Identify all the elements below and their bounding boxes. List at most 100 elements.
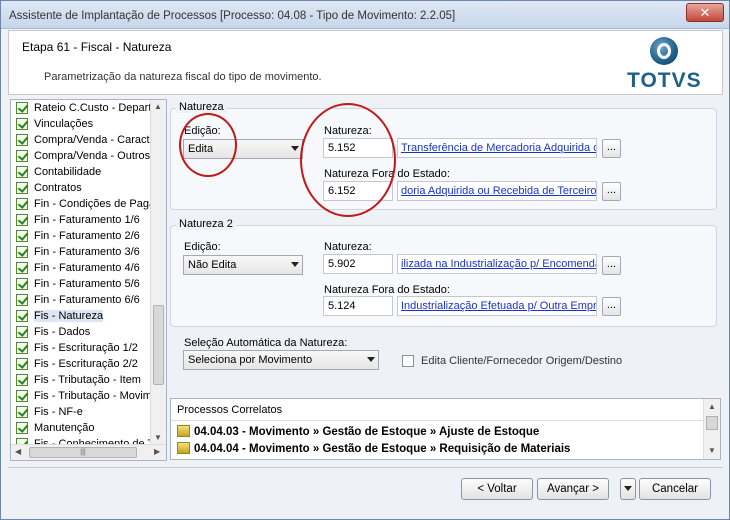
- processos-correlatos-panel: Processos Correlatos 04.04.03 - Moviment…: [170, 398, 721, 460]
- sidebar-step-item[interactable]: Fin - Faturamento 2/6: [11, 228, 151, 244]
- sidebar-step-item[interactable]: Fin - Faturamento 5/6: [11, 276, 151, 292]
- process-check-icon: [177, 442, 190, 454]
- step-complete-check-icon: [16, 406, 28, 418]
- more-options-button[interactable]: [620, 478, 636, 500]
- next-button[interactable]: Avançar >: [537, 478, 609, 500]
- natureza2-group-title: Natureza 2: [176, 218, 236, 230]
- edita-cliente-checkbox[interactable]: [402, 355, 414, 367]
- natureza-lookup-button[interactable]: ...: [602, 139, 621, 158]
- natureza-description-link[interactable]: Transferência de Mercadoria Adquirida ou: [397, 138, 597, 158]
- sidebar-step-item[interactable]: Fin - Faturamento 6/6: [11, 292, 151, 308]
- sidebar-step-label: Fin - Faturamento 3/6: [34, 246, 140, 258]
- step-complete-check-icon: [16, 134, 28, 146]
- edicao2-select-value: Não Edita: [188, 259, 237, 271]
- sidebar-step-label: Contabilidade: [34, 166, 102, 178]
- edicao-select[interactable]: Edita: [183, 139, 303, 159]
- natureza-fora-code-field[interactable]: 6.152: [323, 181, 393, 201]
- header-divider: [8, 94, 723, 95]
- sidebar-step-item[interactable]: Contratos: [11, 180, 151, 196]
- natureza2-fora-description-link[interactable]: Industrialização Efetuada p/ Outra Empre: [397, 296, 597, 316]
- processo-row-label: 04.04.04 - Movimento » Gestão de Estoque…: [194, 443, 571, 455]
- sidebar-step-item[interactable]: Fin - Faturamento 4/6: [11, 260, 151, 276]
- processo-row-label: 04.04.03 - Movimento » Gestão de Estoque…: [194, 426, 540, 438]
- sidebar-step-item[interactable]: Fis - Tributação - Item: [11, 372, 151, 388]
- sidebar-step-label: Fin - Faturamento 1/6: [34, 214, 140, 226]
- processo-row[interactable]: 04.04.04 - Movimento » Gestão de Estoque…: [177, 442, 570, 455]
- selecao-select[interactable]: Seleciona por Movimento: [183, 350, 379, 370]
- step-description: Parametrização da natureza fiscal do tip…: [44, 71, 322, 83]
- natureza2-description-link[interactable]: ilizada na Industrialização p/ Encomenda: [397, 254, 597, 274]
- natureza2-lookup-button[interactable]: ...: [602, 256, 621, 275]
- sidebar-step-label: Fis - Dados: [34, 326, 91, 338]
- step-complete-check-icon: [16, 198, 28, 210]
- sidebar-step-item[interactable]: Fis - NF-e: [11, 404, 151, 420]
- step-list-horizontal-scrollbar[interactable]: ◀ ||| ▶: [11, 444, 166, 460]
- scroll-right-icon[interactable]: ▶: [154, 447, 160, 456]
- processos-scrollbar[interactable]: ▲ ▼: [703, 399, 720, 459]
- step-content: Natureza Edição: Edita Natureza: 5.152 T…: [169, 99, 722, 461]
- step-complete-check-icon: [16, 118, 28, 130]
- natureza2-fora-lookup-button[interactable]: ...: [602, 297, 621, 316]
- logo-brand-text: TOTVS: [627, 69, 702, 92]
- sidebar-step-label: Fis - Natureza: [34, 310, 104, 322]
- back-button-label: < Voltar: [477, 483, 517, 495]
- natureza-fora-description-link[interactable]: doria Adquirida ou Recebida de Terceiros: [397, 181, 597, 201]
- sidebar-step-label: Fis - Escrituração 2/2: [34, 358, 138, 370]
- close-icon: ✕: [699, 5, 711, 20]
- step-list-vertical-scrollbar[interactable]: ▲ ▼: [150, 100, 166, 444]
- sidebar-step-item[interactable]: Fin - Condições de Paga: [11, 196, 151, 212]
- sidebar-step-item[interactable]: Compra/Venda - Outros: [11, 148, 151, 164]
- back-button[interactable]: < Voltar: [461, 478, 533, 500]
- edicao2-select[interactable]: Não Edita: [183, 255, 303, 275]
- natureza2-code-field[interactable]: 5.902: [323, 254, 393, 274]
- step-complete-check-icon: [16, 102, 28, 114]
- window-title: Assistente de Implantação de Processos […: [9, 10, 456, 22]
- step-complete-check-icon: [16, 214, 28, 226]
- sidebar-step-item[interactable]: Fis - Tributação - Movim: [11, 388, 151, 404]
- ellipsis-icon: ...: [606, 184, 617, 196]
- step-complete-check-icon: [16, 294, 28, 306]
- step-complete-check-icon: [16, 166, 28, 178]
- scroll-thumb-horizontal[interactable]: |||: [29, 447, 137, 458]
- cancel-button[interactable]: Cancelar: [639, 478, 711, 500]
- sidebar-step-item[interactable]: Contabilidade: [11, 164, 151, 180]
- step-list[interactable]: Rateio C.Custo - Depart Vinculações Compra…: [10, 99, 167, 461]
- sidebar-step-label: Fin - Faturamento 4/6: [34, 262, 140, 274]
- sidebar-step-item[interactable]: Manutenção: [11, 420, 151, 436]
- natureza2-fora-label: Natureza Fora do Estado:: [324, 284, 450, 296]
- edicao2-label: Edição:: [184, 241, 221, 253]
- sidebar-step-item[interactable]: Fin - Faturamento 3/6: [11, 244, 151, 260]
- natureza2-fora-code-field[interactable]: 5.124: [323, 296, 393, 316]
- close-button[interactable]: ✕: [686, 3, 724, 22]
- selecao-select-value: Seleciona por Movimento: [188, 354, 313, 366]
- logo-orb-icon: [650, 37, 678, 65]
- next-button-label: Avançar >: [547, 483, 599, 495]
- step-complete-check-icon: [16, 374, 28, 386]
- sidebar-step-item[interactable]: Compra/Venda - Caracte: [11, 132, 151, 148]
- scroll-thumb[interactable]: [153, 305, 164, 385]
- processos-correlatos-title: Processos Correlatos: [171, 399, 704, 421]
- natureza-fora-lookup-button[interactable]: ...: [602, 182, 621, 201]
- scroll-thumb[interactable]: [706, 416, 718, 430]
- sidebar-step-item[interactable]: Rateio C.Custo - Depart: [11, 100, 151, 116]
- sidebar-step-item[interactable]: Fis - Escrituração 2/2: [11, 356, 151, 372]
- cancel-button-label: Cancelar: [651, 483, 699, 495]
- scroll-up-icon[interactable]: ▲: [154, 102, 162, 111]
- processo-row[interactable]: 04.04.03 - Movimento » Gestão de Estoque…: [177, 425, 539, 438]
- sidebar-step-item[interactable]: Fis - Dados: [11, 324, 151, 340]
- step-complete-check-icon: [16, 278, 28, 290]
- scroll-down-icon[interactable]: ▼: [154, 433, 162, 442]
- scroll-up-icon[interactable]: ▲: [708, 402, 716, 411]
- natureza-code-field[interactable]: 5.152: [323, 138, 393, 158]
- sidebar-step-item[interactable]: Fis - Natureza: [11, 308, 151, 324]
- scroll-down-icon[interactable]: ▼: [708, 446, 716, 455]
- sidebar-step-item[interactable]: Fis - Escrituração 1/2: [11, 340, 151, 356]
- natureza2-label: Natureza:: [324, 241, 372, 253]
- chevron-down-icon: [624, 486, 632, 492]
- scroll-left-icon[interactable]: ◀: [15, 447, 21, 456]
- step-complete-check-icon: [16, 230, 28, 242]
- sidebar-step-item[interactable]: Vinculações: [11, 116, 151, 132]
- step-complete-check-icon: [16, 422, 28, 434]
- sidebar-step-item[interactable]: Fin - Faturamento 1/6: [11, 212, 151, 228]
- ellipsis-icon: ...: [606, 299, 617, 311]
